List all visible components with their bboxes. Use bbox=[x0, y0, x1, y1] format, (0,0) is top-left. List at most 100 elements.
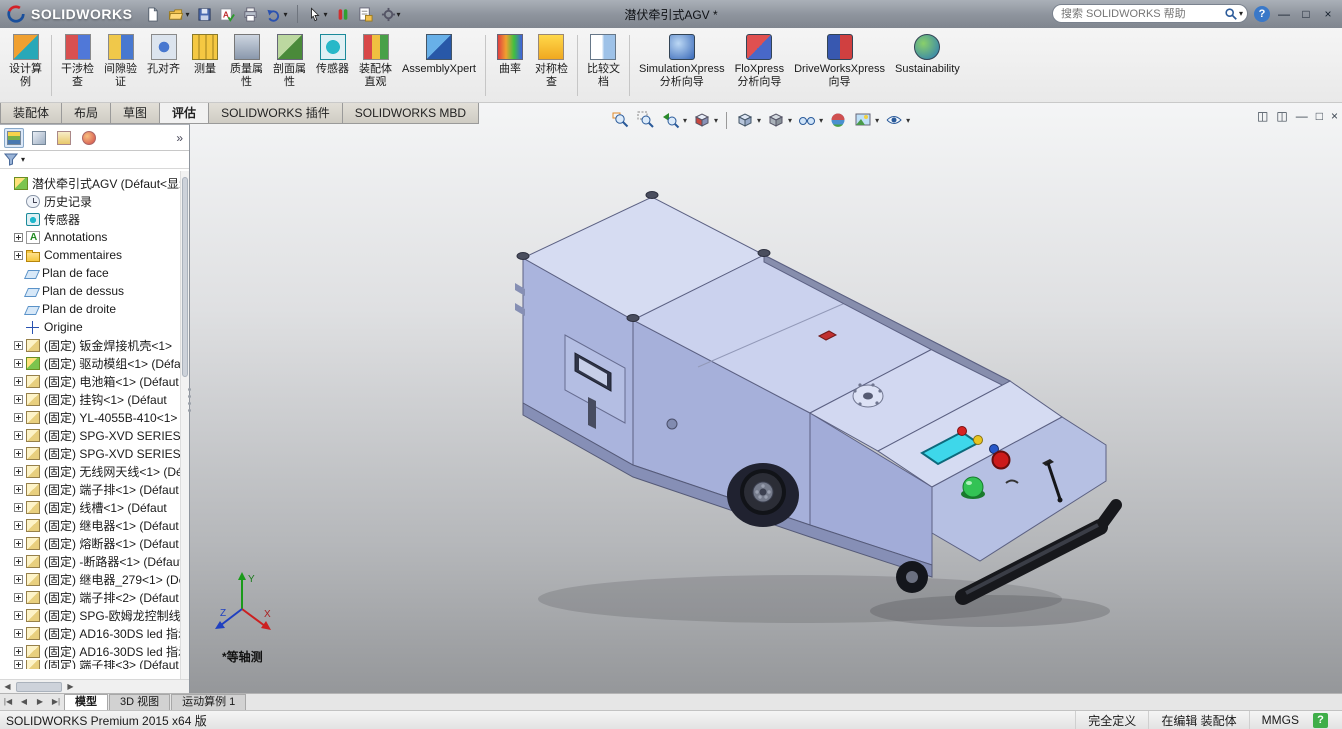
minimize-button[interactable]: — bbox=[1276, 5, 1292, 23]
tree-item[interactable]: (固定) YL-4055B-410<1> bbox=[0, 408, 180, 426]
ribbon-button[interactable]: 测量 bbox=[185, 31, 225, 100]
new-document-button[interactable] bbox=[142, 3, 163, 25]
view-settings-button[interactable] bbox=[883, 109, 905, 131]
help-button[interactable]: ? bbox=[1254, 6, 1270, 22]
expand-toggle-icon[interactable] bbox=[14, 251, 23, 260]
commandmanager-tab[interactable]: SOLIDWORKS 插件 bbox=[209, 103, 343, 124]
expand-toggle-icon[interactable] bbox=[14, 449, 23, 458]
ribbon-button[interactable]: Sustainability bbox=[890, 31, 965, 100]
chevron-down-icon[interactable]: ▾ bbox=[819, 116, 823, 125]
expand-toggle-icon[interactable] bbox=[14, 557, 23, 566]
ribbon-button[interactable]: 剖面属 性 bbox=[268, 31, 311, 100]
tree-item[interactable]: (固定) 熔断器<1> (Défaut bbox=[0, 534, 180, 552]
expand-toggle-icon[interactable] bbox=[14, 395, 23, 404]
status-help-icon[interactable]: ? bbox=[1313, 713, 1328, 728]
expand-toggle-icon[interactable] bbox=[14, 521, 23, 530]
pane-left-icon[interactable]: ◫ bbox=[1257, 108, 1268, 124]
expand-toggle-icon[interactable] bbox=[14, 467, 23, 476]
ribbon-button[interactable] bbox=[485, 35, 486, 96]
close-button[interactable]: × bbox=[1320, 5, 1336, 23]
next-tab-button[interactable]: ▶ bbox=[32, 694, 48, 710]
ribbon-button[interactable]: FloXpress 分析向导 bbox=[730, 31, 790, 100]
tree-item[interactable]: (固定) SPG-XVD SERIES bbox=[0, 444, 180, 462]
panel-splitter-handle[interactable] bbox=[187, 380, 192, 420]
hide-show-items-button[interactable] bbox=[796, 109, 818, 131]
ribbon-button[interactable]: AssemblyXpert bbox=[397, 31, 481, 100]
first-tab-button[interactable]: |◀ bbox=[0, 694, 16, 710]
expand-toggle-icon[interactable] bbox=[14, 377, 23, 386]
open-button[interactable]: ▾ bbox=[165, 3, 192, 25]
scrollbar-thumb[interactable] bbox=[182, 177, 188, 377]
tree-item[interactable]: (固定) SPG-XVD SERIES bbox=[0, 426, 180, 444]
ribbon-button[interactable]: 质量属 性 bbox=[225, 31, 268, 100]
zoom-area-button[interactable] bbox=[635, 109, 657, 131]
rebuild-button[interactable] bbox=[333, 3, 353, 25]
scroll-right-arrow[interactable]: ▶ bbox=[63, 682, 78, 691]
chevron-down-icon[interactable]: ▾ bbox=[21, 155, 25, 164]
previous-view-button[interactable] bbox=[660, 109, 682, 131]
tree-item[interactable]: Commentaires bbox=[0, 246, 180, 264]
commandmanager-tab[interactable]: 装配体 bbox=[0, 103, 62, 124]
view-orientation-button[interactable] bbox=[734, 109, 756, 131]
tree-item[interactable]: 潜伏牵引式AGV (Défaut<显示状态-1>) bbox=[0, 174, 180, 192]
tree-item[interactable]: (固定) SPG-欧姆龙控制线<1> bbox=[0, 606, 180, 624]
undo-button[interactable]: ▾ bbox=[263, 3, 290, 25]
tree-item[interactable]: (固定) 继电器_279<1> (Défaut bbox=[0, 570, 180, 588]
tree-item[interactable]: (固定) 端子排<2> (Défaut bbox=[0, 588, 180, 606]
tree-item[interactable]: (固定) 钣金焊接机壳<1> bbox=[0, 336, 180, 354]
chevron-down-icon[interactable]: ▾ bbox=[875, 116, 879, 125]
expand-toggle-icon[interactable] bbox=[14, 629, 23, 638]
document-minimize-button[interactable]: — bbox=[1296, 108, 1308, 124]
ribbon-button[interactable]: 设计算 例 bbox=[4, 31, 47, 100]
chevron-down-icon[interactable]: ▾ bbox=[788, 116, 792, 125]
tree-item[interactable]: (固定) 端子排<1> (Défaut bbox=[0, 480, 180, 498]
tree-item[interactable]: (固定) 线槽<1> (Défaut bbox=[0, 498, 180, 516]
search-icon[interactable] bbox=[1224, 7, 1238, 21]
scroll-left-arrow[interactable]: ◀ bbox=[0, 682, 15, 691]
tree-item[interactable]: Plan de dessus bbox=[0, 282, 180, 300]
expand-toggle-icon[interactable] bbox=[14, 413, 23, 422]
tab-configurationmanager[interactable] bbox=[54, 128, 74, 148]
tree-item[interactable]: (固定) AD16-30DS led 指示灯<2> bbox=[0, 642, 180, 660]
print-button[interactable] bbox=[240, 3, 261, 25]
tree-item[interactable]: Plan de droite bbox=[0, 300, 180, 318]
select-button[interactable]: ▾ bbox=[305, 3, 330, 25]
file-properties-button[interactable] bbox=[355, 3, 376, 25]
help-search-box[interactable]: ▾ bbox=[1052, 4, 1248, 23]
tree-vertical-scrollbar[interactable] bbox=[180, 171, 189, 679]
commandmanager-tab[interactable]: 评估 bbox=[160, 103, 209, 124]
expand-toggle-icon[interactable] bbox=[14, 593, 23, 602]
tree-item[interactable]: Origine bbox=[0, 318, 180, 336]
tree-item[interactable]: (固定) AD16-30DS led 指示灯<1> bbox=[0, 624, 180, 642]
prev-tab-button[interactable]: ◀ bbox=[16, 694, 32, 710]
ribbon-button[interactable]: 传感器 bbox=[311, 31, 354, 100]
tree-item[interactable]: (固定) 电池箱<1> (Défaut bbox=[0, 372, 180, 390]
tree-item[interactable]: (固定) 驱动模组<1> (Défaut bbox=[0, 354, 180, 372]
tree-item[interactable]: 传感器 bbox=[0, 210, 180, 228]
expand-toggle-icon[interactable] bbox=[14, 485, 23, 494]
ribbon-button[interactable]: 间隙验 证 bbox=[99, 31, 142, 100]
chevron-down-icon[interactable]: ▾ bbox=[1239, 9, 1243, 18]
tree-item[interactable]: (固定) 端子排<3> (Défaut bbox=[0, 660, 180, 669]
tree-horizontal-scrollbar[interactable]: ◀ ▶ bbox=[0, 679, 189, 693]
ribbon-button[interactable]: DriveWorksXpress 向导 bbox=[789, 31, 890, 100]
apply-scene-button[interactable] bbox=[852, 109, 874, 131]
document-tab[interactable]: 模型 bbox=[64, 694, 108, 710]
expand-toggle-icon[interactable] bbox=[14, 359, 23, 368]
tree-item[interactable]: Plan de face bbox=[0, 264, 180, 282]
tab-featuremanager[interactable] bbox=[4, 128, 24, 148]
zoom-fit-button[interactable] bbox=[610, 109, 632, 131]
display-style-button[interactable] bbox=[765, 109, 787, 131]
expand-toggle-icon[interactable] bbox=[14, 575, 23, 584]
tree-item[interactable]: (固定) 继电器<1> (Défaut bbox=[0, 516, 180, 534]
chevron-down-icon[interactable]: ▾ bbox=[714, 116, 718, 125]
ribbon-button[interactable] bbox=[51, 35, 52, 96]
scrollbar-thumb[interactable] bbox=[16, 682, 62, 692]
expand-toggle-icon[interactable] bbox=[14, 431, 23, 440]
tree-filter-bar[interactable]: ▾ bbox=[0, 151, 189, 169]
tab-propertymanager[interactable] bbox=[29, 128, 49, 148]
tree-item[interactable]: (固定) 无线网天线<1> (Défaut bbox=[0, 462, 180, 480]
expand-toggle-icon[interactable] bbox=[14, 341, 23, 350]
pane-right-icon[interactable]: ◫ bbox=[1276, 108, 1287, 124]
section-view-button[interactable] bbox=[691, 109, 713, 131]
